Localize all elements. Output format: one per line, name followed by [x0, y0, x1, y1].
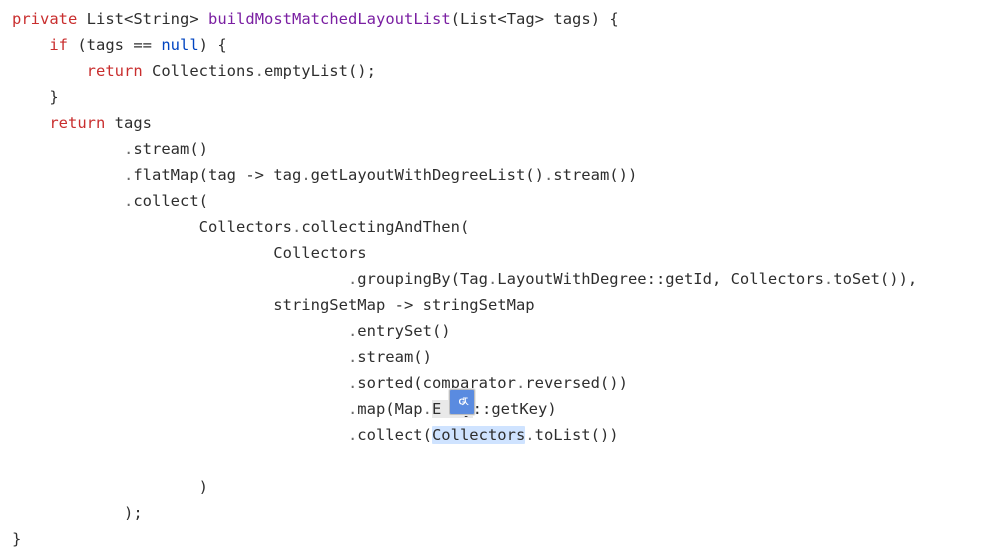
- keyword-return: return: [87, 62, 143, 80]
- translate-glyph: G: [454, 394, 470, 410]
- keyword-return: return: [49, 114, 105, 132]
- keyword-null: null: [161, 36, 198, 54]
- code-editor[interactable]: private List<String> buildMostMatchedLay…: [0, 0, 1000, 552]
- type-list: List: [87, 10, 124, 28]
- keyword-private: private: [12, 10, 77, 28]
- keyword-if: if: [49, 36, 68, 54]
- google-translate-icon[interactable]: G: [449, 389, 475, 415]
- type-string: String: [133, 10, 189, 28]
- selected-text[interactable]: Collectors: [432, 426, 525, 444]
- method-name: buildMostMatchedLayoutList: [208, 10, 451, 28]
